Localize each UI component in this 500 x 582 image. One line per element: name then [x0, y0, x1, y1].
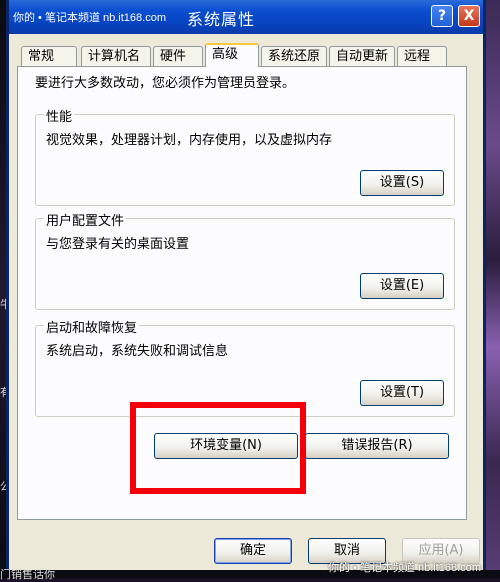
performance-group: 性能 视觉效果，处理器计划，内存使用，以及虚拟内存 设置(S) — [35, 106, 455, 206]
admin-notice: 要进行大多数改动，您必须作为管理员登录。 — [35, 76, 296, 91]
performance-settings-button[interactable]: 设置(S) — [360, 170, 444, 196]
watermark: 你的 • 笔记本频道 nb.it168.com — [13, 12, 167, 24]
tab-advanced[interactable]: 高级 — [205, 43, 259, 67]
group-description: 与您登录有关的桌面设置 — [46, 237, 190, 252]
group-title: 启动和故障恢复 — [44, 317, 140, 336]
help-button[interactable]: ? — [431, 5, 453, 27]
ok-button[interactable]: 确定 — [214, 538, 292, 564]
desktop-background-right — [484, 0, 500, 578]
profiles-settings-button[interactable]: 设置(E) — [360, 273, 444, 299]
watermark-bottom: 你的 • 笔记本频道 nb.it168.com — [328, 562, 482, 574]
user-profiles-group: 用户配置文件 与您登录有关的桌面设置 设置(E) — [35, 210, 455, 310]
group-description: 系统启动，系统失败和调试信息 — [46, 344, 229, 359]
close-button[interactable]: X — [458, 5, 480, 27]
tab-general[interactable]: 常规 — [21, 46, 77, 66]
tab-auto-update[interactable]: 自动更新 — [329, 46, 395, 66]
desktop-text-fragment: 门销售话你 — [0, 569, 55, 581]
highlight-annotation — [130, 402, 306, 494]
startup-settings-button[interactable]: 设置(T) — [360, 380, 444, 406]
title-bar[interactable]: 你的 • 笔记本频道 nb.it168.com 系统属性 ? X — [9, 0, 483, 34]
tab-computer-name[interactable]: 计算机名 — [81, 46, 151, 66]
error-reporting-button[interactable]: 错误报告(R) — [305, 433, 449, 459]
group-title: 性能 — [44, 106, 75, 125]
group-title: 用户配置文件 — [44, 210, 127, 229]
group-description: 视觉效果，处理器计划，内存使用，以及虚拟内存 — [46, 133, 333, 148]
tab-hardware[interactable]: 硬件 — [153, 46, 203, 66]
tab-system-restore[interactable]: 系统还原 — [261, 46, 327, 66]
tab-remote[interactable]: 远程 — [397, 46, 447, 66]
window-title: 系统属性 — [187, 10, 256, 29]
